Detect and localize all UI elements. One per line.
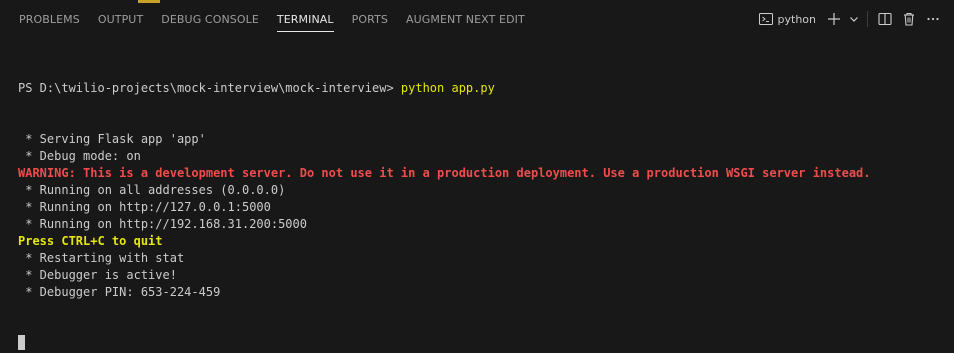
terminal-name: python [777,12,816,26]
tab-output[interactable]: OUTPUT [89,0,152,38]
terminal-cursor [18,335,25,350]
terminal-icon [758,11,774,27]
tab-ports[interactable]: PORTS [343,0,397,38]
output-line: * Running on http://192.168.31.200:5000 [18,217,307,231]
terminal-selector[interactable]: python [753,8,821,30]
panel-tabs: PROBLEMS OUTPUT DEBUG CONSOLE TERMINAL P… [10,0,534,38]
output-lines: * Serving Flask app 'app' * Debug mode: … [18,131,944,301]
trash-icon[interactable] [898,8,920,30]
prompt-line: PS D:\twilio-projects\mock-interview\moc… [18,80,944,97]
output-line: Press CTRL+C to quit [18,234,163,248]
tab-debug-console[interactable]: DEBUG CONSOLE [152,0,268,38]
plus-icon[interactable] [823,8,845,30]
output-line: * Running on http://127.0.0.1:5000 [18,200,271,214]
panel-header: PROBLEMS OUTPUT DEBUG CONSOLE TERMINAL P… [0,0,954,38]
panel-actions: python [753,0,944,38]
split-icon[interactable] [874,8,896,30]
tab-augment-next-edit[interactable]: AUGMENT NEXT EDIT [397,0,534,38]
tab-problems[interactable]: PROBLEMS [10,0,89,38]
terminal-output[interactable]: PS D:\twilio-projects\mock-interview\moc… [18,46,944,353]
output-line: * Debugger PIN: 653-224-459 [18,285,221,299]
more-icon[interactable] [922,8,944,30]
command-text: python app.py [400,81,495,95]
output-line: * Serving Flask app 'app' [18,132,206,146]
output-line: * Restarting with stat [18,251,185,265]
tab-terminal[interactable]: TERMINAL [268,0,343,38]
chevron-down-icon[interactable] [847,8,861,30]
output-line: * Debug mode: on [18,149,141,163]
actions-divider [867,11,868,27]
output-line: * Debugger is active! [18,268,177,282]
cursor-line [18,335,944,352]
warning-line: WARNING: This is a development server. D… [18,166,871,180]
prompt-text: PS D:\twilio-projects\mock-interview\moc… [18,81,401,95]
output-line: * Running on all addresses (0.0.0.0) [18,183,286,197]
